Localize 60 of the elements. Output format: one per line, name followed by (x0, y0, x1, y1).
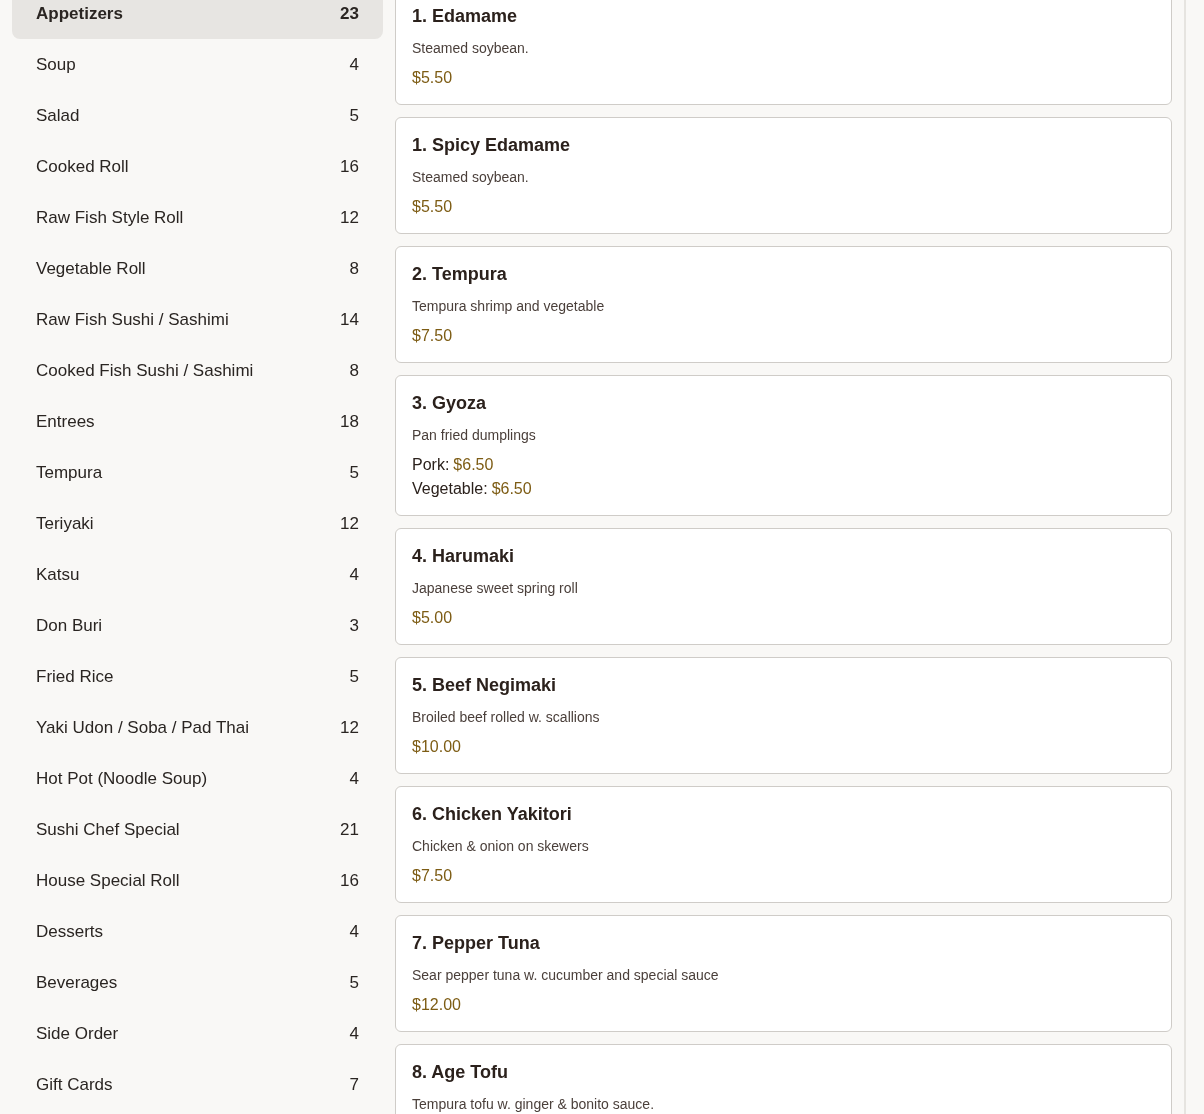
category-item[interactable]: Cooked Fish Sushi / Sashimi 8 (12, 345, 383, 396)
item-title: 5. Beef Negimaki (412, 674, 558, 696)
category-item[interactable]: Desserts 4 (12, 906, 383, 957)
menu-item-card[interactable]: 7. Pepper Tuna Sear pepper tuna w. cucumber and special sauce $12.00 (395, 915, 1172, 1032)
price-label: Pork: (412, 456, 450, 473)
item-title: 8. Age Tofu (412, 1061, 509, 1083)
item-description: Broiled beef rolled w. scallions (412, 708, 601, 727)
category-item[interactable]: Raw Fish Sushi / Sashimi 14 (12, 294, 383, 345)
price: $5.50 (412, 69, 453, 86)
category-item[interactable]: Tempura 5 (12, 447, 383, 498)
price: $10.00 (412, 738, 461, 755)
menu-item-card[interactable]: 5. Beef Negimaki Broiled beef rolled w. scallions $10.00 (395, 657, 1172, 774)
category-item[interactable]: Side Order 4 (12, 1008, 383, 1059)
item-description: Tempura shrimp and vegetable (412, 297, 606, 316)
item-description: Chicken & onion on skewers (412, 837, 590, 856)
menu-item-card[interactable]: 1. Edamame Steamed soybean. $5.50 (395, 0, 1172, 105)
item-description: Japanese sweet spring roll (412, 579, 579, 598)
category-item[interactable]: Vegetable Roll 8 (12, 243, 383, 294)
menu-item-card[interactable]: 1. Spicy Edamame Steamed soybean. $5.50 (395, 117, 1172, 234)
category-item[interactable]: Sushi Chef Special 21 (12, 804, 383, 855)
price: $5.50 (412, 198, 453, 215)
category-item[interactable]: Hot Pot (Noodle Soup) 4 (12, 753, 383, 804)
price: $12.00 (412, 996, 461, 1013)
menu-item-card[interactable]: 4. Harumaki Japanese sweet spring roll $5.00 (395, 528, 1172, 645)
category-item[interactable]: Appetizers 23 (12, 0, 383, 39)
menu-item-card[interactable]: 3. Gyoza Pan fried dumplings Pork: $6.50 Vegetable: $6.50 (395, 375, 1172, 516)
category-item[interactable]: Gift Cards 7 (12, 1059, 383, 1110)
price-label: Vegetable: (412, 480, 488, 497)
price: $7.50 (412, 327, 453, 344)
price: $6.50 (453, 456, 494, 473)
item-description: Tempura tofu w. ginger & bonito sauce. (412, 1095, 656, 1114)
item-description: Steamed soybean. (412, 168, 530, 187)
category-item[interactable]: Cooked Roll 16 (12, 141, 383, 192)
category-item[interactable]: Katsu 4 (12, 549, 383, 600)
category-item[interactable]: Yaki Udon / Soba / Pad Thai 12 (12, 702, 383, 753)
category-item[interactable]: Raw Fish Style Roll 12 (12, 192, 383, 243)
price: $5.00 (412, 609, 453, 626)
category-item[interactable]: House Special Roll 16 (12, 855, 383, 906)
menu-item-card[interactable]: 6. Chicken Yakitori Chicken & onion on skewers $7.50 (395, 786, 1172, 903)
category-item[interactable]: Don Buri 3 (12, 600, 383, 651)
item-title: 7. Pepper Tuna (412, 932, 541, 954)
item-description: Sear pepper tuna w. cucumber and special sauce (412, 966, 720, 985)
item-title: 6. Chicken Yakitori (412, 803, 573, 825)
item-title: 1. Edamame (412, 5, 519, 27)
category-item[interactable]: Fried Rice 5 (12, 651, 383, 702)
item-description: Pan fried dumplings (412, 426, 537, 445)
item-title: 4. Harumaki (412, 545, 516, 567)
item-description: Steamed soybean. (412, 39, 530, 58)
menu-item-card[interactable]: 2. Tempura Tempura shrimp and vegetable $7.50 (395, 246, 1172, 363)
category-item[interactable]: Entrees 18 (12, 396, 383, 447)
menu-item-card[interactable]: 8. Age Tofu Tempura tofu w. ginger & bonito sauce. (395, 1044, 1172, 1114)
price: $6.50 (491, 480, 532, 497)
category-item[interactable]: Soup 4 (12, 39, 383, 90)
category-item[interactable]: Beverages 5 (12, 957, 383, 1008)
category-item[interactable]: Teriyaki 12 (12, 498, 383, 549)
item-title: 1. Spicy Edamame (412, 134, 572, 156)
category-item[interactable]: Salad 5 (12, 90, 383, 141)
item-title: 2. Tempura (412, 263, 508, 285)
price: $7.50 (412, 867, 453, 884)
item-title: 3. Gyoza (412, 392, 488, 414)
